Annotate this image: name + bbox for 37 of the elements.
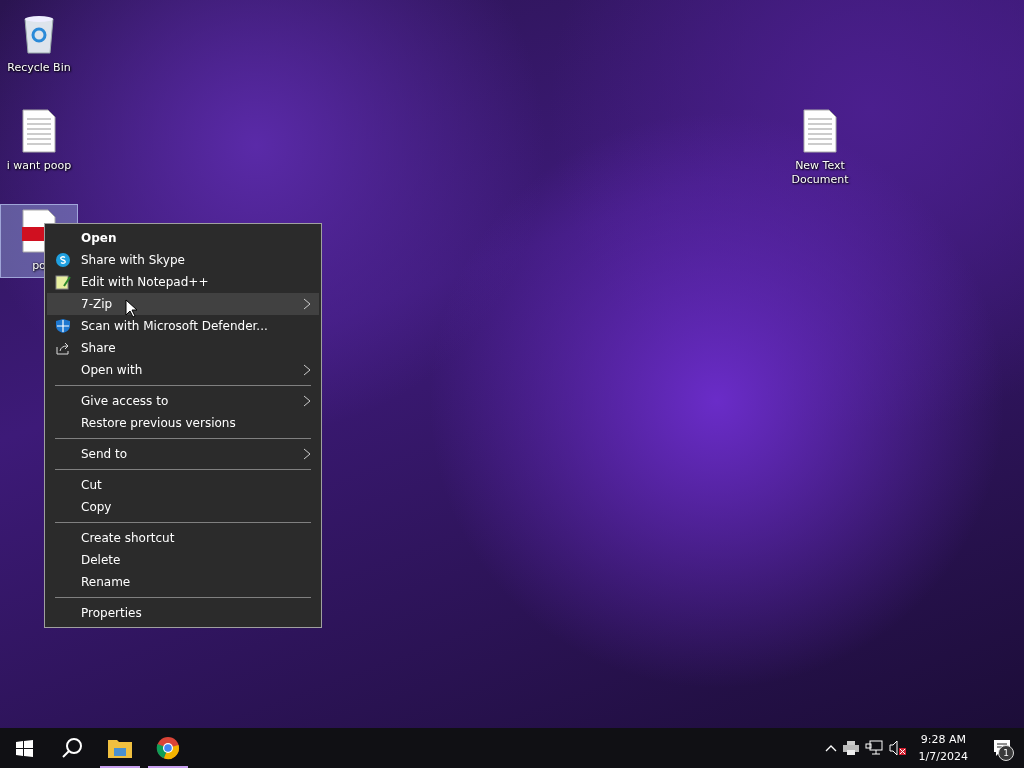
shield-icon	[55, 318, 71, 334]
icon-label: Recycle Bin	[6, 61, 72, 75]
caret-up-icon[interactable]	[824, 744, 837, 752]
desktop-icon[interactable]: Recycle Bin	[0, 6, 78, 80]
menu-item[interactable]: Rename	[47, 571, 319, 593]
menu-item[interactable]: Properties	[47, 602, 319, 624]
menu-item[interactable]: Restore previous versions	[47, 412, 319, 434]
folder-icon[interactable]	[108, 738, 132, 758]
windows-logo-icon[interactable]	[15, 739, 33, 757]
menu-item[interactable]: Scan with Microsoft Defender...	[47, 315, 319, 337]
skype-icon	[55, 252, 71, 268]
menu-item[interactable]: Open with	[47, 359, 319, 381]
menu-item[interactable]: Cut	[47, 474, 319, 496]
text-file-icon	[22, 109, 56, 153]
network-icon[interactable]	[864, 740, 883, 756]
notification-count: 1	[998, 745, 1014, 761]
menu-item[interactable]: Delete	[47, 549, 319, 571]
share-icon	[55, 340, 71, 356]
muted-speaker-icon[interactable]	[888, 740, 907, 756]
mouse-pointer-icon	[125, 299, 137, 318]
printer-icon[interactable]	[842, 741, 859, 755]
icon-label: New Text Document	[790, 159, 850, 187]
icon-label: i want poop	[5, 159, 73, 173]
desktop-icon[interactable]: i want poop	[0, 104, 78, 178]
text-file-icon	[803, 109, 837, 153]
desktop-icon[interactable]: New Text Document	[781, 104, 859, 192]
menu-item[interactable]: Create shortcut	[47, 527, 319, 549]
menu-item[interactable]: 7-Zip	[47, 293, 319, 315]
menu-item[interactable]: Share	[47, 337, 319, 359]
clock[interactable]: 9:28 AM 1/7/2024	[912, 731, 974, 765]
menu-item[interactable]: Give access to	[47, 390, 319, 412]
search-icon[interactable]	[61, 737, 83, 759]
notepad-icon	[55, 274, 71, 290]
menu-item[interactable]: Send to	[47, 443, 319, 465]
browser-icon[interactable]	[156, 736, 180, 760]
menu-item[interactable]: Copy	[47, 496, 319, 518]
notifications-button[interactable]: 1	[980, 728, 1024, 768]
